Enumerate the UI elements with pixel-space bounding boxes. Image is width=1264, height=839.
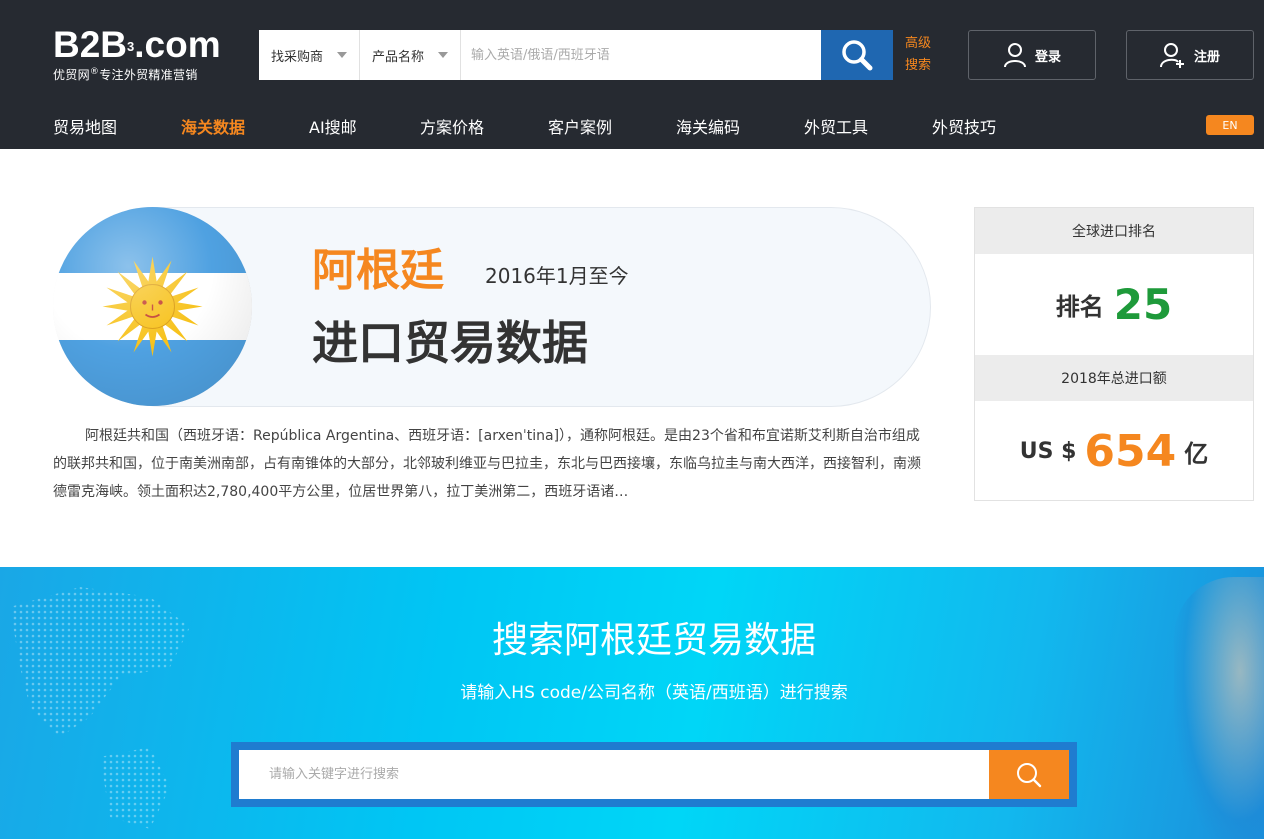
total-import-row: US $ 654 亿 [975, 401, 1253, 501]
nav-item-trade-map[interactable]: 贸易地图 [53, 114, 117, 138]
nav-item-tips[interactable]: 外贸技巧 [932, 114, 996, 138]
country-name: 阿根廷 [312, 245, 444, 296]
total-import-title: 2018年总进口额 [975, 355, 1253, 401]
top-search-input[interactable] [461, 30, 821, 80]
language-en-button[interactable]: EN [1206, 115, 1254, 135]
nav-item-cases[interactable]: 客户案例 [548, 114, 612, 138]
add-user-icon [1159, 43, 1184, 68]
login-button[interactable]: 登录 [968, 30, 1096, 80]
login-label: 登录 [1034, 49, 1061, 65]
logo-wordmark: B2B3.com [53, 24, 221, 65]
search-field-select[interactable]: 产品名称 [360, 30, 461, 80]
country-description: 阿根廷共和国（西班牙语：República Argentina、西班牙语：[ar… [53, 428, 921, 500]
rank-title: 全球进口排名 [975, 208, 1253, 254]
hero-title: 搜索阿根廷贸易数据 [491, 620, 816, 661]
nav-item-pricing[interactable]: 方案价格 [420, 114, 484, 138]
search-icon [1017, 762, 1042, 787]
hero-search-input[interactable] [239, 750, 989, 799]
data-date-range: 2016年1月至今 [485, 264, 629, 288]
search-type-select[interactable]: 找采购商 [259, 30, 360, 80]
flag-gloss [53, 207, 252, 406]
user-icon [1003, 43, 1026, 68]
rank-label: 排名 [1055, 293, 1104, 321]
currency-label: US $ [1019, 438, 1077, 464]
chevron-down-icon [438, 52, 448, 58]
top-search-button[interactable] [821, 30, 893, 80]
logo-slogan: 优贸网®专注外贸精准营销 [53, 67, 198, 82]
hero-search-button[interactable] [989, 750, 1069, 799]
site-logo[interactable]: B2B3.com 优贸网®专注外贸精准营销 [53, 26, 221, 83]
rank-value: 25 [1113, 280, 1173, 329]
total-import-value: 654 [1084, 425, 1177, 477]
unit-label: 亿 [1184, 439, 1209, 468]
search-icon [842, 40, 873, 71]
hero-subtitle: 请输入HS code/公司名称（英语/西班语）进行搜索 [460, 683, 848, 703]
register-label: 注册 [1193, 49, 1220, 65]
nav-item-customs-data[interactable]: 海关数据 [181, 114, 245, 138]
site-header: B2B3.com 优贸网®专注外贸精准营销 找采购商 产品名称 高级搜索 登录 … [0, 0, 1264, 149]
chevron-down-icon [337, 52, 347, 58]
nav-item-ai-email[interactable]: AI搜邮 [309, 114, 357, 138]
hero-background-image [1174, 577, 1264, 839]
nav-item-hs-code[interactable]: 海关编码 [676, 114, 740, 138]
advanced-search-link[interactable]: 高级搜索 [905, 33, 935, 77]
rank-row: 排名 25 [975, 254, 1253, 355]
top-search-bar: 找采购商 产品名称 [259, 30, 893, 80]
rank-card: 全球进口排名 排名 25 2018年总进口额 US $ 654 亿 [974, 207, 1254, 501]
page-title: 进口贸易数据 [312, 316, 588, 370]
main-nav: 贸易地图 海关数据 AI搜邮 方案价格 客户案例 海关编码 外贸工具 外贸技巧 [0, 104, 1264, 149]
register-button[interactable]: 注册 [1126, 30, 1254, 80]
nav-item-tools[interactable]: 外贸工具 [804, 114, 868, 138]
hero-search-bar [231, 742, 1077, 807]
